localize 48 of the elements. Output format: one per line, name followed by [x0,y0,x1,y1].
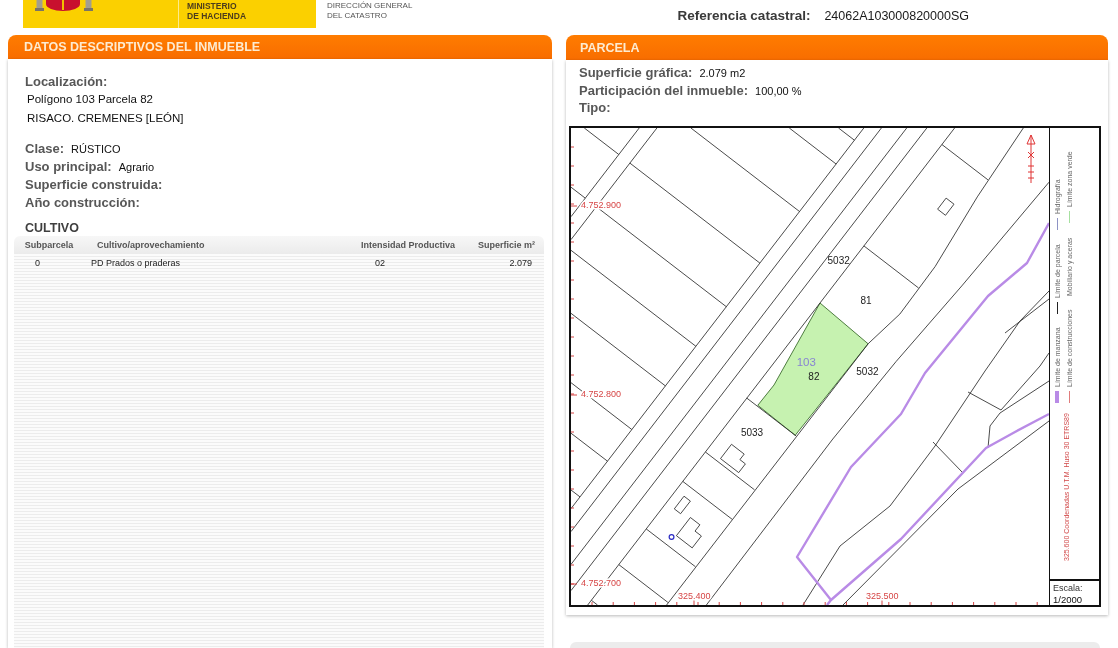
field-label: Localización: [25,74,109,90]
field-label: Uso principal: [25,158,112,176]
polygon-number: 103 [796,355,816,368]
north-arrow-icon [1026,134,1036,183]
table-cell-text: 0 [34,258,41,268]
parcel-number: 5032 [856,365,879,376]
address-line: Polígono 103 Parcela 82 [26,92,154,107]
scale-label: Escala: [1053,582,1083,594]
parcel-number: 82 [808,370,820,382]
building-outline [675,516,702,548]
parcel-number: 81 [860,294,872,306]
section-header: DATOS DESCRIPTIVOS DEL INMUEBLE [8,35,552,59]
address-line: RISACO. CREMENES [LEÓN] [26,111,185,126]
building-outline [937,197,955,216]
field-label: Año construcción: [25,194,140,212]
field-label: Superficie construida: [25,176,163,194]
parcel-number: 5033 [740,426,764,438]
ministry-name: MINISTERIO DE HACIENDA [187,0,247,21]
reference-value: 24062A103000820000SG [824,8,969,23]
field-label: Participación del inmueble: [579,81,749,99]
directorate-name: DIRECCIÓN GENERAL DEL CATASTRO [327,0,413,22]
coat-of-arms-icon [35,0,93,12]
field-label: Superficie gráfica: [579,64,693,82]
table-cell-text: 2.079 [508,258,533,268]
field-value: RÚSTICO [71,142,121,157]
table-cell-text: PD Prados o praderas [90,258,182,268]
building-outline [720,443,746,473]
field-label: Clase: [25,140,65,158]
section-header: PARCELA [566,35,1108,60]
northing-label: 4.752.900 [581,199,622,210]
northing-label: 4.752.700 [581,577,622,588]
field-value: 100,00 % [755,83,802,99]
field-label: Tipo: [579,99,611,117]
point-marker-icon [668,533,675,540]
easting-label: 325.500 [866,590,899,601]
column-header: Intensidad Productiva [359,240,456,250]
table-cell-text: 02 [374,258,386,268]
column-header: Superficie m² [477,240,536,250]
reference-label: Referencia catastral: [677,7,811,23]
field-value: Agrario [118,160,155,175]
easting-label: 325.400 [678,590,711,601]
column-header: Cultivo/aprovechamiento [96,240,206,250]
parcel-number: 5032 [827,254,850,266]
building-outline [673,495,691,514]
section-title: CULTIVO [25,221,80,235]
field-value: 2.079 m2 [699,66,746,81]
scale-value: 1/2000 [1053,593,1083,605]
column-header: Subparcela [23,240,75,250]
